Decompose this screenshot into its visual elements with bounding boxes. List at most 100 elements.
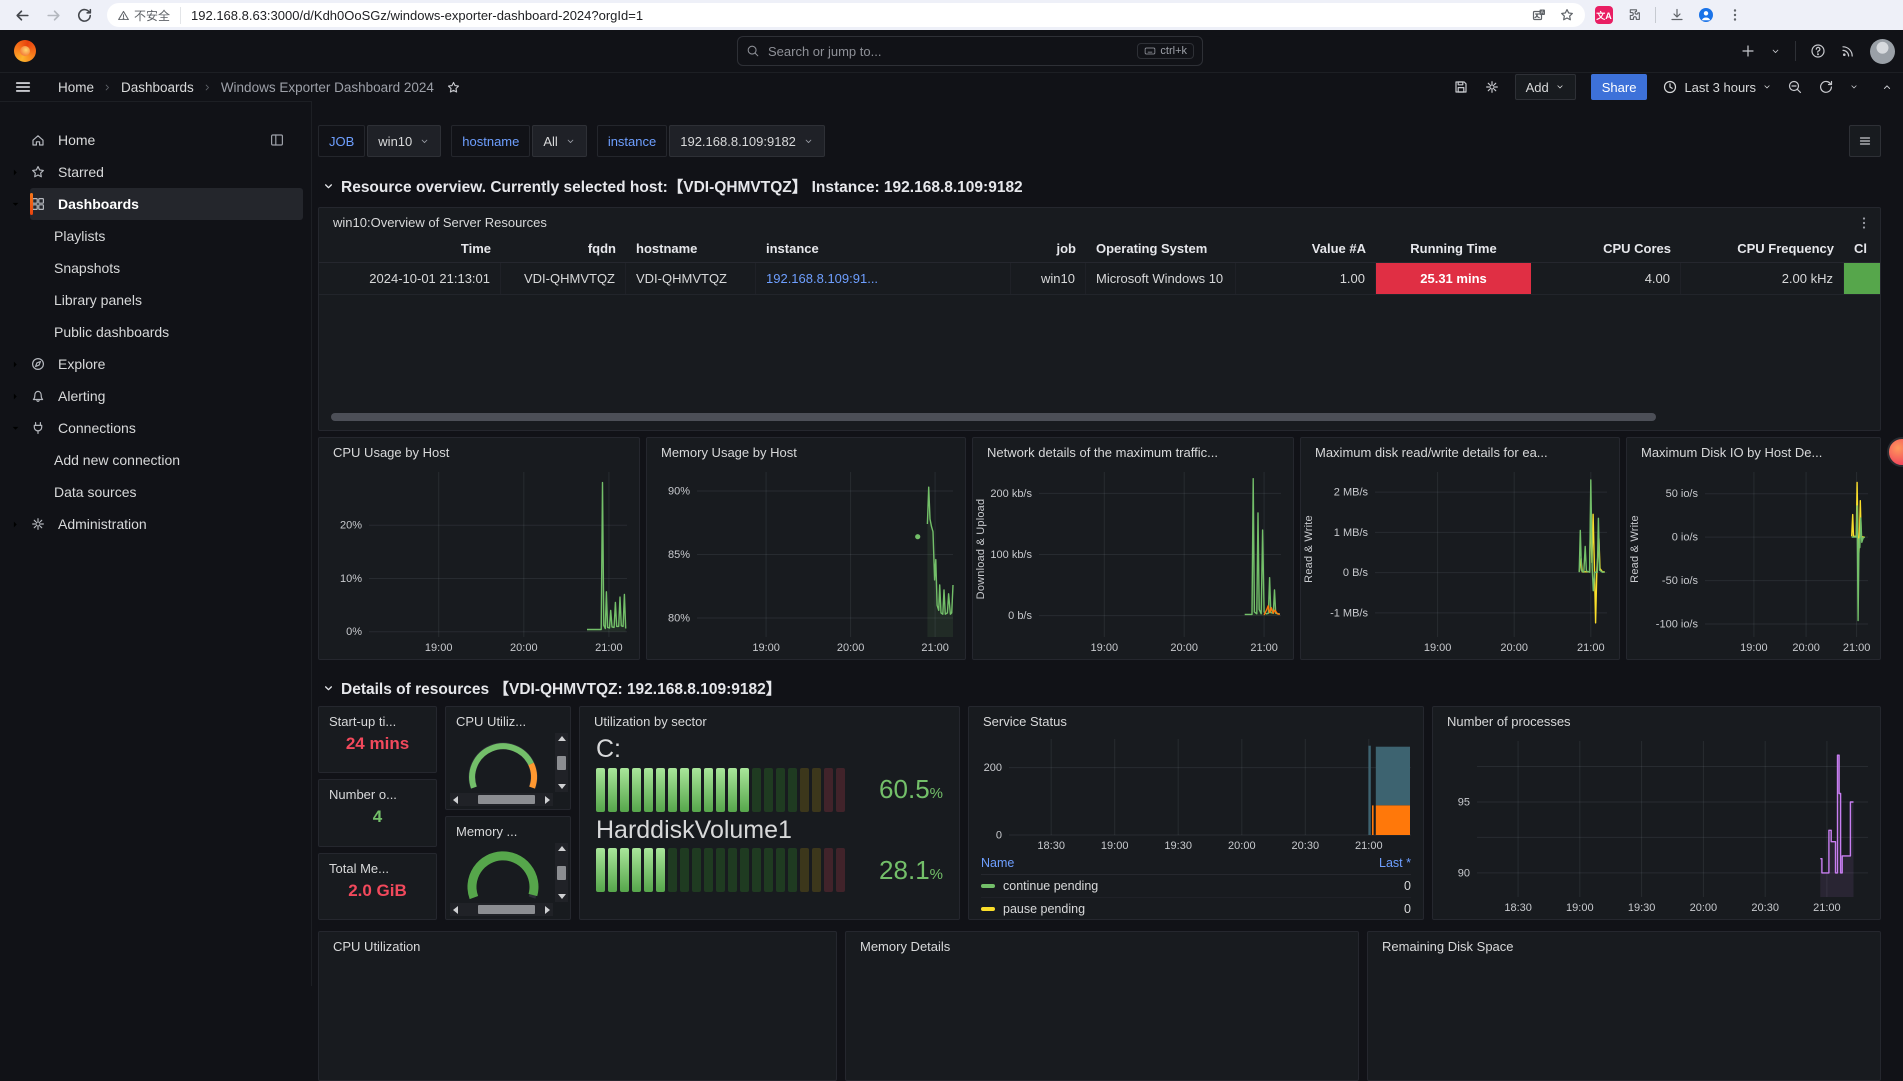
chevron-right-icon[interactable] [0, 358, 30, 371]
chevron-right-icon[interactable] [0, 518, 30, 531]
share-button[interactable]: Share [1591, 74, 1648, 100]
browser-back-icon[interactable] [14, 7, 31, 24]
chevron-down-icon[interactable] [0, 198, 30, 211]
table-column-header[interactable]: Value #A [1236, 241, 1376, 256]
panel-title[interactable]: Remaining Disk Space [1368, 932, 1880, 957]
mega-menu-toggle-icon[interactable] [14, 78, 32, 96]
table-horizontal-scrollbar[interactable] [331, 413, 1656, 421]
panel-menu-kebab-icon[interactable] [1856, 215, 1872, 231]
table-cell-instance-link[interactable]: 192.168.8.109:91... [756, 263, 1011, 294]
panel-title[interactable]: Total Me... [319, 854, 436, 878]
panel-list-toggle-button[interactable] [1849, 125, 1881, 157]
chevron-right-icon[interactable] [0, 390, 30, 403]
breadcrumb-home[interactable]: Home [58, 80, 94, 95]
panel-title[interactable]: Number o... [319, 780, 436, 804]
table-column-header[interactable]: Running Time [1376, 241, 1531, 256]
sidebar-item-snapshots[interactable]: Snapshots [0, 252, 303, 284]
legend-row-pause-pending[interactable]: pause pending0 [981, 898, 1411, 920]
lcd-cell [716, 848, 725, 892]
site-security-chip[interactable]: 不安全 [117, 7, 181, 24]
help-icon[interactable] [1810, 43, 1826, 59]
sidebar-item-playlists[interactable]: Playlists [0, 220, 303, 252]
row-header-details[interactable]: Details of resources 【VDI-QHMVTQZ: 192.1… [322, 677, 781, 699]
vertical-scrollbar[interactable] [555, 843, 568, 902]
legend-row-continue-pending[interactable]: continue pending0 [981, 875, 1411, 898]
panel-title[interactable]: Network details of the maximum traffic..… [973, 438, 1293, 463]
sidebar-item-public-dashboards[interactable]: Public dashboards [0, 316, 303, 348]
table-column-header[interactable]: hostname [626, 241, 756, 256]
chevron-up-icon[interactable] [1881, 81, 1893, 93]
panel-title[interactable]: Memory ... [446, 817, 570, 839]
variable-value-dropdown[interactable]: All [532, 125, 586, 157]
panel-title[interactable]: Maximum disk read/write details for ea..… [1301, 438, 1619, 463]
extensions-puzzle-icon[interactable] [1626, 7, 1642, 23]
variable-value-dropdown[interactable]: 192.168.8.109:9182 [669, 125, 825, 157]
sidebar-item-home[interactable]: Home [0, 124, 303, 156]
table-column-header[interactable]: fqdn [501, 241, 626, 256]
legend-last-header[interactable]: Last * [1379, 856, 1411, 870]
panel-title[interactable]: Start-up ti... [319, 707, 436, 731]
sidebar-item-library-panels[interactable]: Library panels [0, 284, 303, 316]
time-range-picker[interactable]: Last 3 hours [1662, 79, 1772, 95]
news-rss-icon[interactable] [1840, 43, 1856, 59]
dashboard-settings-gear-icon[interactable] [1484, 79, 1500, 95]
panel-title[interactable]: win10:Overview of Server Resources [319, 208, 1880, 233]
panel-title[interactable]: CPU Utilization [319, 932, 836, 957]
add-panel-button[interactable]: Add [1515, 74, 1576, 100]
table-cell: win10 [1011, 263, 1086, 294]
sidebar-item-connections[interactable]: Connections [0, 412, 303, 444]
refresh-icon[interactable] [1818, 79, 1834, 95]
panel-title[interactable]: CPU Utiliz... [446, 707, 570, 729]
grafana-logo-icon[interactable] [14, 40, 36, 62]
search-input[interactable]: Search or jump to... ctrl+k [737, 36, 1203, 66]
table-column-header[interactable]: Operating System [1086, 241, 1236, 256]
breadcrumb-dashboards[interactable]: Dashboards [121, 80, 194, 95]
horizontal-scrollbar[interactable] [450, 793, 553, 806]
chevron-down-icon[interactable] [1770, 46, 1781, 57]
sidebar-item-administration[interactable]: Administration [0, 508, 303, 540]
table-column-header[interactable]: CPU Frequency [1681, 241, 1844, 256]
browser-menu-kebab-icon[interactable] [1727, 7, 1743, 23]
browser-forward-icon[interactable] [45, 7, 62, 24]
table-column-header[interactable]: Cl [1844, 241, 1881, 256]
translate-icon[interactable]: A [1531, 7, 1547, 23]
sidebar-item-dashboards[interactable]: Dashboards [30, 188, 303, 220]
chevron-right-icon[interactable] [0, 166, 30, 179]
sidebar-item-alerting[interactable]: Alerting [0, 380, 303, 412]
panel-title[interactable]: CPU Usage by Host [319, 438, 639, 463]
address-bar[interactable]: 不安全 192.168.8.63:3000/d/Kdh0OoSGz/window… [107, 3, 1585, 27]
panel-title[interactable]: Memory Details [846, 932, 1358, 957]
panel-title[interactable]: Maximum Disk IO by Host De... [1627, 438, 1880, 463]
bookmark-star-icon[interactable] [1559, 7, 1575, 23]
floating-notification-button[interactable] [1887, 437, 1903, 467]
zoom-out-time-icon[interactable] [1787, 79, 1803, 95]
table-column-header[interactable]: instance [756, 241, 1011, 256]
sidebar-item-explore[interactable]: Explore [0, 348, 303, 380]
table-column-header[interactable]: Time [319, 241, 501, 256]
browser-reload-icon[interactable] [76, 7, 93, 24]
translate-extension-icon[interactable]: 文A [1595, 6, 1613, 24]
table-column-header[interactable]: CPU Cores [1531, 241, 1681, 256]
dock-sidebar-icon[interactable] [269, 132, 285, 148]
table-column-header[interactable]: job [1011, 241, 1086, 256]
browser-profile-avatar[interactable] [1698, 7, 1714, 23]
download-icon[interactable] [1669, 7, 1685, 23]
favorite-star-icon[interactable] [446, 80, 461, 95]
chevron-down-icon[interactable] [0, 422, 30, 435]
row-header-resource-overview[interactable]: Resource overview. Currently selected ho… [322, 175, 1023, 197]
vertical-scrollbar[interactable] [555, 733, 568, 792]
user-avatar[interactable] [1870, 39, 1895, 64]
variable-value-dropdown[interactable]: win10 [367, 125, 441, 157]
panel-title[interactable]: Memory Usage by Host [647, 438, 965, 463]
panel-title[interactable]: Number of processes [1433, 707, 1880, 732]
add-new-icon[interactable] [1740, 43, 1756, 59]
sidebar-item-add-new-connection[interactable]: Add new connection [0, 444, 303, 476]
horizontal-scrollbar[interactable] [450, 903, 553, 916]
sidebar-item-starred[interactable]: Starred [0, 156, 303, 188]
panel-title[interactable]: Utilization by sector [580, 707, 959, 732]
save-dashboard-icon[interactable] [1453, 79, 1469, 95]
panel-title[interactable]: Service Status [969, 707, 1423, 732]
legend-name-header[interactable]: Name [981, 856, 1014, 870]
refresh-interval-chevron-icon[interactable] [1849, 82, 1859, 92]
sidebar-item-data-sources[interactable]: Data sources [0, 476, 303, 508]
